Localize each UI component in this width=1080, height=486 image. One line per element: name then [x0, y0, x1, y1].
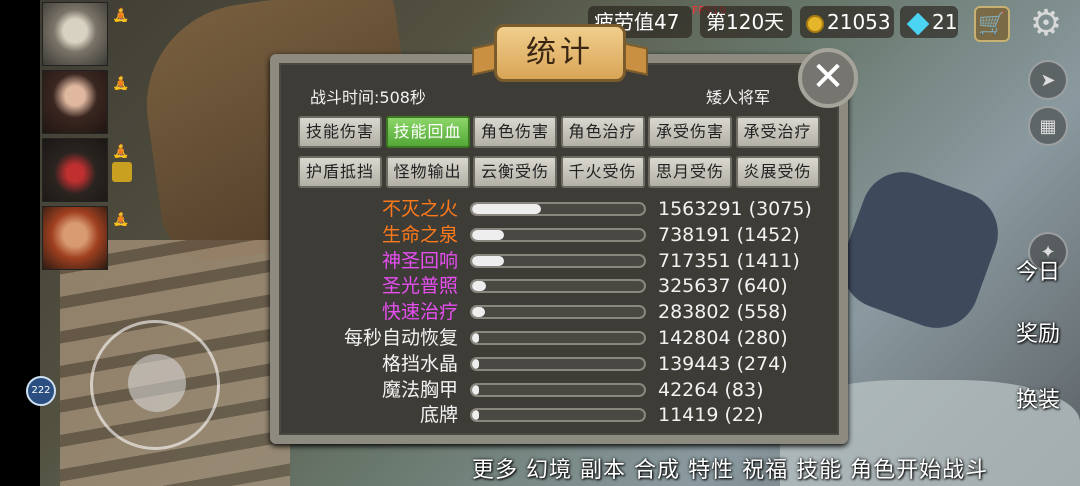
start-battle-button[interactable]: 开始战斗 [896, 458, 988, 483]
stat-bar [470, 382, 646, 397]
menu-skills[interactable]: 技能 [796, 458, 842, 483]
stat-value: 325637 (640) [658, 275, 788, 298]
stat-label: 魔法胸甲 [381, 378, 458, 401]
rock-scenery [830, 160, 1010, 340]
stat-value: 738191 (1452) [658, 223, 800, 246]
stat-bar [470, 356, 646, 371]
gold-display: 21053 [800, 6, 894, 38]
meditate-icon: 🧘 [112, 143, 130, 159]
gem-amount: 21 [932, 10, 958, 34]
boss-name: 矮人将军 [706, 88, 771, 107]
tab-9[interactable]: 千火受伤 [560, 156, 645, 188]
stat-label: 每秒自动恢复 [343, 327, 458, 349]
compass-icon[interactable]: ➤ [1028, 60, 1068, 100]
hero-portrait-redhead[interactable] [42, 206, 108, 270]
grid-menu-icon[interactable]: ▦ [1028, 106, 1068, 146]
stat-bar [470, 227, 646, 242]
menu-more[interactable]: 更多 [472, 458, 518, 483]
stat-bar [470, 305, 646, 320]
shopping-cart-icon[interactable]: 🛒 [974, 6, 1010, 42]
day-counter: 第120天 [700, 6, 792, 38]
stat-bar [470, 408, 646, 423]
diamond-icon [906, 12, 930, 35]
stat-value: 139443 (274) [658, 352, 788, 375]
gear-icon[interactable]: ⚙ [1026, 4, 1066, 44]
menu-synthesis[interactable]: 合成 [634, 458, 680, 483]
reward-button[interactable]: 奖励 [1016, 316, 1060, 348]
tab-8[interactable]: 云衡受伤 [473, 156, 557, 188]
bottom-menu: 更多 幻境 副本 合成 特性 祝福 技能 角色开始战斗 [472, 452, 988, 484]
stat-label: 不灭之火 [381, 198, 458, 220]
screen-edge [0, 0, 40, 486]
meditate-icon: 🧘 [112, 75, 130, 91]
tab-6[interactable]: 护盾抵挡 [298, 156, 382, 188]
stat-bar-fill [472, 410, 479, 421]
meditate-icon: 🧘 [112, 211, 130, 227]
menu-roles[interactable]: 角色 [850, 458, 896, 483]
stat-row: 神圣回响 717351 (1411) [298, 248, 818, 274]
gold-amount: 21053 [827, 10, 891, 34]
meditate-icon: 🧘 [112, 7, 130, 23]
tab-1[interactable]: 技能回血 [385, 116, 470, 148]
daily-label[interactable]: 今日 [1016, 254, 1060, 286]
stat-bar [470, 202, 646, 216]
stat-row: 不灭之火 1563291 (3075) [298, 196, 818, 222]
stat-row: 每秒自动恢复 142804 (280) [298, 325, 818, 351]
menu-dungeon[interactable]: 副本 [580, 458, 626, 483]
stat-bar [470, 253, 646, 268]
outfit-button[interactable]: 换装 [1016, 382, 1060, 414]
stat-bar-fill [472, 255, 504, 266]
hero-portrait-elder[interactable] [42, 2, 108, 66]
gold-coin-icon [806, 14, 824, 33]
stat-bar-fill [472, 229, 505, 240]
stat-bar-fill [472, 307, 485, 318]
stat-bar [470, 331, 646, 345]
stat-bar-fill [472, 358, 479, 369]
stat-value: 717351 (1411) [658, 249, 800, 272]
hero-portrait-hooded[interactable] [42, 138, 108, 202]
menu-illusion[interactable]: 幻境 [526, 458, 572, 483]
tab-5[interactable]: 承受治疗 [735, 116, 820, 148]
stat-row: 魔法胸甲 42264 (83) [298, 377, 818, 403]
gem-display: 21 [900, 6, 958, 38]
tab-4[interactable]: 承受伤害 [648, 116, 732, 148]
panel-title: 统计 [494, 24, 626, 82]
joystick-knob[interactable] [128, 354, 186, 412]
stat-label: 格挡水晶 [381, 352, 458, 375]
menu-traits[interactable]: 特性 [688, 458, 734, 483]
stat-value: 1563291 (3075) [658, 198, 812, 220]
stat-row: 快速治疗 283802 (558) [298, 299, 818, 325]
stat-label: 底牌 [419, 404, 458, 427]
stat-label: 圣光普照 [381, 275, 458, 298]
stat-row: 圣光普照 325637 (640) [298, 273, 818, 299]
stat-row: 格挡水晶 139443 (274) [298, 351, 818, 377]
stat-value: 142804 (280) [658, 327, 788, 349]
stat-bar-fill [472, 333, 479, 343]
tab-7[interactable]: 怪物输出 [385, 156, 470, 188]
tab-2[interactable]: 角色伤害 [473, 116, 557, 148]
buff-badge-icon [112, 162, 132, 182]
joystick-badge[interactable]: 222 [26, 376, 56, 406]
stat-label: 生命之泉 [381, 223, 458, 246]
stat-value: 11419 (22) [658, 404, 764, 427]
stat-bar-fill [472, 204, 541, 214]
stat-bar [470, 279, 646, 294]
stat-row: 生命之泉 738191 (1452) [298, 222, 818, 248]
tab-3[interactable]: 角色治疗 [560, 116, 645, 148]
tab-0[interactable]: 技能伤害 [298, 116, 382, 148]
hero-portrait-woman[interactable] [42, 70, 108, 134]
stat-value: 42264 (83) [658, 378, 764, 401]
stat-label: 神圣回响 [381, 249, 458, 272]
tab-11[interactable]: 炎展受伤 [735, 156, 820, 188]
tab-10[interactable]: 思月受伤 [648, 156, 732, 188]
close-button[interactable]: ✕ [798, 48, 858, 108]
battle-time: 战斗时间:508秒 [310, 88, 426, 107]
stat-row: 底牌 11419 (22) [298, 402, 818, 428]
stat-bar-fill [472, 384, 479, 395]
stat-label: 快速治疗 [381, 301, 458, 324]
stat-value: 283802 (558) [658, 301, 788, 324]
stat-bar-fill [472, 281, 487, 292]
menu-blessing[interactable]: 祝福 [742, 458, 788, 483]
